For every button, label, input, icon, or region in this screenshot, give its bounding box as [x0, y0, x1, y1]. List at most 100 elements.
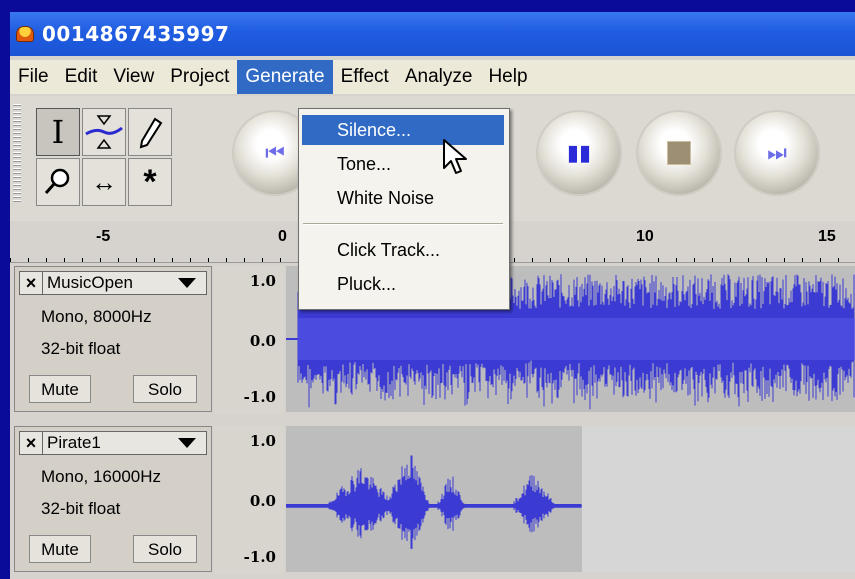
- ruler-tick: [514, 258, 515, 262]
- menu-edit[interactable]: Edit: [57, 60, 106, 94]
- mute-button[interactable]: Mute: [29, 535, 91, 563]
- track-format: Mono, 16000Hz: [41, 467, 162, 486]
- scale-max: 1.0: [249, 272, 276, 290]
- ruler-tick: [208, 258, 209, 262]
- ruler-tick: [838, 258, 839, 262]
- track-format: Mono, 8000Hz: [41, 307, 152, 326]
- track-name: MusicOpen: [47, 273, 133, 292]
- generate-menu: Silence... Tone... White Noise Click Tra…: [298, 108, 510, 310]
- menu-item-silence[interactable]: Silence...: [302, 115, 504, 145]
- close-track-icon[interactable]: ×: [20, 272, 43, 294]
- scale-zero: 0.0: [249, 492, 276, 510]
- zoom-tool-icon[interactable]: [36, 158, 80, 206]
- fast-forward-icon: ⏭: [767, 140, 787, 165]
- ruler-tick: [136, 258, 137, 262]
- ruler-tick: [766, 258, 767, 262]
- ruler-tick: [280, 258, 281, 262]
- ruler-tick: [676, 258, 677, 262]
- ruler-tick: [100, 258, 101, 262]
- track-name: Pirate1: [47, 433, 101, 452]
- menu-analyze[interactable]: Analyze: [397, 60, 481, 94]
- audacity-window: 0014867435997 File Edit View Project Gen…: [10, 12, 855, 579]
- scale-min: -1.0: [243, 388, 276, 406]
- menu-view[interactable]: View: [105, 60, 162, 94]
- ruler-tick: [64, 258, 65, 262]
- ruler-tick: [712, 258, 713, 262]
- title-bar: 0014867435997: [10, 12, 855, 56]
- ruler-tick: [262, 258, 263, 262]
- stop-icon: [667, 141, 691, 165]
- chevron-down-icon[interactable]: [178, 438, 196, 448]
- ruler-tick: [244, 258, 245, 262]
- ruler-tick: [10, 258, 11, 262]
- menu-item-white-noise[interactable]: White Noise: [302, 183, 504, 213]
- vertical-scale: 1.0 0.0 -1.0: [214, 266, 284, 414]
- track-bit-depth: 32-bit float: [41, 499, 121, 518]
- scale-zero: 0.0: [249, 332, 276, 350]
- pause-icon: ▮▮: [566, 140, 592, 165]
- track-info-panel: × Pirate1 Mono, 16000Hz 32-bit float Mut…: [14, 426, 212, 572]
- ruler-tick: [784, 258, 785, 262]
- ruler-tick: [694, 258, 695, 262]
- selection-tool-icon[interactable]: I: [36, 108, 80, 156]
- track-name-dropdown[interactable]: × Pirate1: [19, 431, 207, 455]
- ruler-tick: [586, 258, 587, 262]
- scale-max: 1.0: [249, 432, 276, 450]
- audacity-icon: [16, 26, 34, 42]
- menu-item-tone[interactable]: Tone...: [302, 149, 504, 179]
- ruler-tick: [820, 258, 821, 262]
- ruler-tick: [748, 258, 749, 262]
- ruler-tick: [28, 258, 29, 262]
- toolbar-grip[interactable]: [13, 104, 21, 204]
- menu-bar: File Edit View Project Generate Effect A…: [10, 60, 855, 94]
- ruler-tick: [550, 258, 551, 262]
- track-name-dropdown[interactable]: × MusicOpen: [19, 271, 207, 295]
- fast-forward-button[interactable]: ⏭: [734, 110, 820, 196]
- ruler-label: 0: [278, 228, 287, 245]
- ruler-tick: [532, 258, 533, 262]
- menu-help[interactable]: Help: [480, 60, 535, 94]
- pause-button[interactable]: ▮▮: [536, 110, 622, 196]
- track-info-panel: × MusicOpen Mono, 8000Hz 32-bit float Mu…: [14, 266, 212, 412]
- menu-file[interactable]: File: [10, 60, 57, 94]
- track-bit-depth: 32-bit float: [41, 339, 121, 358]
- menu-effect[interactable]: Effect: [333, 60, 397, 94]
- ruler-tick: [190, 258, 191, 262]
- scale-min: -1.0: [243, 548, 276, 566]
- ruler-tick: [154, 258, 155, 262]
- menu-item-pluck[interactable]: Pluck...: [302, 269, 504, 299]
- mouse-cursor-icon: [443, 139, 467, 174]
- timeshift-tool-icon[interactable]: ↔: [82, 158, 126, 206]
- ruler-tick: [730, 258, 731, 262]
- vertical-scale: 1.0 0.0 -1.0: [214, 426, 284, 574]
- menu-separator: [303, 223, 503, 225]
- ruler-label: -5: [96, 228, 111, 245]
- ruler-tick: [802, 258, 803, 262]
- menu-generate[interactable]: Generate: [237, 60, 333, 94]
- audio-track-2[interactable]: × Pirate1 Mono, 16000Hz 32-bit float Mut…: [10, 424, 855, 576]
- ruler-tick: [658, 258, 659, 262]
- close-track-icon[interactable]: ×: [20, 432, 43, 454]
- ruler-tick: [118, 258, 119, 262]
- solo-button[interactable]: Solo: [133, 375, 197, 403]
- solo-button[interactable]: Solo: [133, 535, 197, 563]
- chevron-down-icon[interactable]: [178, 278, 196, 288]
- ruler-tick: [622, 258, 623, 262]
- menu-project[interactable]: Project: [162, 60, 237, 94]
- ruler-tick: [568, 258, 569, 262]
- waveform[interactable]: [286, 426, 855, 572]
- multi-tool-icon[interactable]: *: [128, 158, 172, 206]
- ruler-tick: [172, 258, 173, 262]
- rewind-icon: ⏮: [265, 140, 285, 165]
- window-title: 0014867435997: [42, 22, 230, 46]
- ruler-tick: [82, 258, 83, 262]
- ruler-tick: [640, 258, 641, 262]
- ruler-label: 10: [636, 228, 654, 245]
- menu-item-click-track[interactable]: Click Track...: [302, 235, 504, 265]
- mute-button[interactable]: Mute: [29, 375, 91, 403]
- ruler-tick: [46, 258, 47, 262]
- ruler-tick: [604, 258, 605, 262]
- envelope-tool-icon[interactable]: [82, 108, 126, 156]
- stop-button[interactable]: [636, 110, 722, 196]
- draw-tool-icon[interactable]: [128, 108, 172, 156]
